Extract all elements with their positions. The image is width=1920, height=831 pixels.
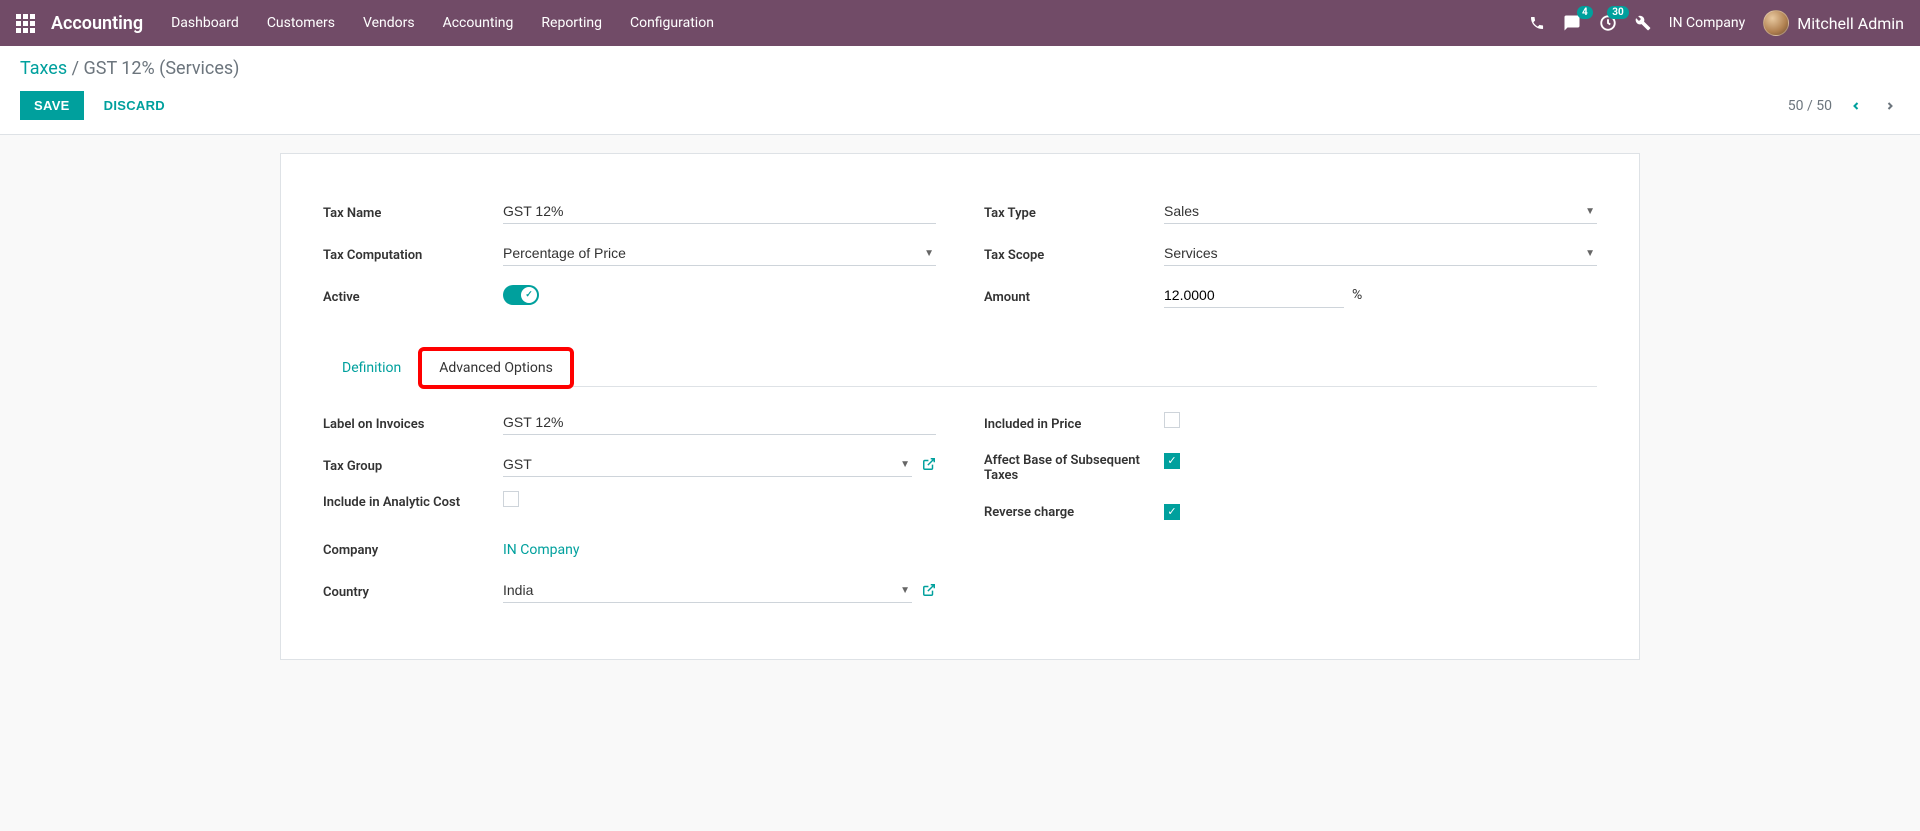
affect-base-checkbox[interactable]: ✓ — [1164, 453, 1180, 469]
nav-item-customers[interactable]: Customers — [267, 15, 335, 31]
company-value-link[interactable]: IN Company — [503, 542, 579, 558]
messages-icon[interactable]: 4 — [1563, 14, 1581, 32]
control-panel: Taxes / GST 12% (Services) SAVE DISCARD … — [0, 46, 1920, 135]
tax-scope-label: Tax Scope — [984, 244, 1164, 263]
breadcrumb-current: GST 12% (Services) — [84, 58, 240, 79]
adv-right-column: Included in Price Affect Base of Subsequ… — [984, 407, 1597, 617]
active-label: Active — [323, 286, 503, 305]
company-switcher[interactable]: IN Company — [1669, 15, 1745, 31]
tax-name-input[interactable] — [503, 199, 936, 224]
nav-item-configuration[interactable]: Configuration — [630, 15, 714, 31]
pager-next-icon[interactable] — [1880, 99, 1900, 113]
nav-item-accounting[interactable]: Accounting — [443, 15, 514, 31]
nav-item-vendors[interactable]: Vendors — [363, 15, 415, 31]
user-menu[interactable]: Mitchell Admin — [1763, 10, 1904, 36]
tab-advanced-options[interactable]: Advanced Options — [420, 349, 572, 387]
tax-group-label: Tax Group — [323, 455, 503, 474]
tab-definition[interactable]: Definition — [323, 349, 420, 387]
form-left-column: Tax Name Tax Computation ▼ Active — [323, 196, 936, 322]
top-navbar: Accounting Dashboard Customers Vendors A… — [0, 0, 1920, 46]
affect-base-label: Affect Base of Subsequent Taxes — [984, 449, 1164, 483]
include-analytic-label: Include in Analytic Cost — [323, 491, 503, 510]
pager-text: 50 / 50 — [1788, 98, 1832, 114]
form-sheet: Tax Name Tax Computation ▼ Active — [280, 153, 1640, 660]
nav-item-reporting[interactable]: Reporting — [541, 15, 602, 31]
external-link-icon[interactable] — [922, 457, 936, 471]
check-icon: ✓ — [521, 287, 537, 303]
pager-prev-icon[interactable] — [1846, 99, 1866, 113]
adv-left-column: Label on Invoices Tax Group ▼ — [323, 407, 936, 617]
nav-item-dashboard[interactable]: Dashboard — [171, 15, 239, 31]
advanced-options-panel: Label on Invoices Tax Group ▼ — [323, 407, 1597, 617]
tools-icon[interactable] — [1635, 15, 1651, 31]
phone-icon[interactable] — [1529, 15, 1545, 31]
reverse-charge-checkbox[interactable]: ✓ — [1164, 504, 1180, 520]
included-in-price-label: Included in Price — [984, 413, 1164, 432]
breadcrumb: Taxes / GST 12% (Services) — [20, 58, 1900, 79]
label-on-invoices-label: Label on Invoices — [323, 413, 503, 432]
tab-bar: Definition Advanced Options — [323, 348, 1597, 387]
included-in-price-checkbox[interactable] — [1164, 412, 1180, 428]
tax-type-label: Tax Type — [984, 202, 1164, 221]
form-right-column: Tax Type ▼ Tax Scope ▼ Amount — [984, 196, 1597, 322]
tax-type-select[interactable] — [1164, 199, 1597, 224]
nav-right: 4 30 IN Company Mitchell Admin — [1529, 10, 1904, 36]
discard-button[interactable]: DISCARD — [104, 98, 165, 113]
activities-badge: 30 — [1607, 6, 1628, 19]
country-select[interactable] — [503, 578, 912, 603]
amount-label: Amount — [984, 286, 1164, 305]
company-label: Company — [323, 539, 503, 558]
nav-menu: Dashboard Customers Vendors Accounting R… — [171, 15, 1529, 31]
active-toggle[interactable]: ✓ — [503, 285, 539, 305]
external-link-icon[interactable] — [922, 583, 936, 597]
include-analytic-checkbox[interactable] — [503, 491, 519, 507]
amount-input[interactable] — [1164, 283, 1344, 308]
tax-name-label: Tax Name — [323, 202, 503, 221]
apps-icon[interactable] — [16, 14, 35, 33]
label-on-invoices-input[interactable] — [503, 410, 936, 435]
tax-computation-select[interactable] — [503, 241, 936, 266]
username: Mitchell Admin — [1797, 14, 1904, 33]
messages-badge: 4 — [1577, 6, 1593, 19]
activities-icon[interactable]: 30 — [1599, 14, 1617, 32]
avatar — [1763, 10, 1789, 36]
tax-computation-label: Tax Computation — [323, 244, 503, 263]
reverse-charge-label: Reverse charge — [984, 501, 1164, 520]
tax-group-select[interactable] — [503, 452, 912, 477]
app-brand[interactable]: Accounting — [51, 13, 143, 34]
breadcrumb-sep: / — [67, 58, 83, 79]
amount-unit: % — [1352, 287, 1362, 303]
country-label: Country — [323, 581, 503, 600]
save-button[interactable]: SAVE — [20, 91, 84, 120]
breadcrumb-root[interactable]: Taxes — [20, 58, 67, 79]
form-container: Tax Name Tax Computation ▼ Active — [260, 153, 1660, 660]
tax-scope-select[interactable] — [1164, 241, 1597, 266]
